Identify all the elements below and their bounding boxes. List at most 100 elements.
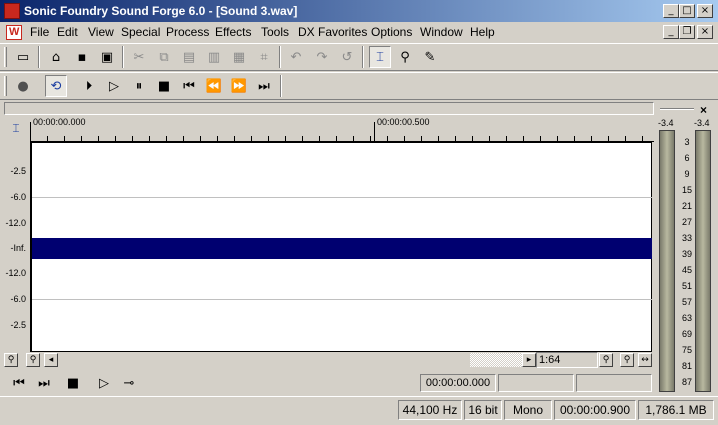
redo-icon[interactable]: ↷ [311, 46, 333, 68]
menu-process[interactable]: Process [166, 25, 209, 39]
scroll-left-button[interactable]: ◂ [44, 353, 58, 367]
meter-scale-label: 9 [684, 169, 690, 179]
stop-icon[interactable]: ■ [153, 75, 175, 97]
mdi-restore-button[interactable]: ❐ [679, 25, 695, 39]
crop-icon[interactable]: ⌗ [253, 46, 275, 68]
meter-scale-label: 39 [681, 249, 692, 259]
menu-special[interactable]: Special [121, 25, 160, 39]
time-ruler-ticks [30, 127, 654, 142]
zoom-in-icon[interactable]: ⚲ [26, 353, 40, 367]
zoom-in-level-icon[interactable]: ⚲ [620, 353, 634, 367]
time-ruler[interactable]: 00:00:00.000 00:00:00.500 [30, 116, 654, 142]
open-folder-icon[interactable]: ⌂ [45, 46, 67, 68]
toolbar-separator [279, 46, 281, 68]
meter-scale-label: 51 [681, 281, 692, 291]
menu-options[interactable]: Options [371, 25, 412, 39]
panel-grip[interactable] [660, 108, 694, 110]
title-bar[interactable]: Sonic Foundry Sound Forge 6.0 - [Sound 3… [0, 0, 718, 22]
magnify-tool-icon[interactable]: ⚲ [394, 46, 416, 68]
rewind-icon[interactable]: ⏪ [203, 75, 225, 97]
sample-rate-status: 44,100 Hz [398, 400, 462, 420]
zoom-ratio: 1:64 [536, 352, 598, 368]
meter-scale-label: 27 [681, 217, 692, 227]
sound-forge-app-icon[interactable] [4, 3, 20, 19]
pencil-tool-icon[interactable]: ✎ [419, 46, 441, 68]
time-ruler-tick [374, 122, 375, 142]
go-to-end-icon[interactable]: ⏭ [253, 75, 275, 97]
overview-bar[interactable] [4, 102, 654, 115]
menu-dx-favorites[interactable]: DX Favorites [298, 25, 367, 39]
go-to-start-icon[interactable]: ⏮ [178, 75, 200, 97]
play-icon[interactable]: ▷ [103, 75, 125, 97]
paste-icon[interactable]: ▤ [178, 46, 200, 68]
menu-tools[interactable]: Tools [261, 25, 289, 39]
mdi-close-button[interactable]: × [697, 25, 713, 39]
toolbar-grip[interactable] [4, 76, 7, 96]
save-icon[interactable]: ▪ [71, 46, 93, 68]
horizontal-scrollbar-track[interactable] [58, 353, 470, 367]
meter-scale-label: 15 [681, 185, 692, 195]
menu-effects[interactable]: Effects [215, 25, 251, 39]
db-scale-label: -6.0 [10, 294, 26, 304]
menu-bar: File Edit View Special Process Effects T… [0, 22, 718, 42]
peak-right-label: -3.4 [694, 118, 710, 128]
go-to-end-icon[interactable]: ⏭ [33, 372, 55, 394]
db-scale-label: -2.5 [10, 166, 26, 176]
undo-icon[interactable]: ↶ [285, 46, 307, 68]
pause-icon[interactable]: ⏸ [128, 75, 150, 97]
play-icon[interactable]: ▷ [93, 372, 115, 394]
loop-playback-icon[interactable]: ⟲ [45, 75, 67, 97]
db-scale-label: -12.0 [5, 218, 26, 228]
close-button[interactable]: × [697, 4, 713, 18]
standard-toolbar: ▭ ⌂ ▪ ▣ ✂ ⧉ ▤ ▥ ▦ ⌗ ↶ ↷ ↺ ⌶ ⚲ ✎ [0, 43, 718, 71]
record-icon[interactable]: ● [12, 75, 34, 97]
peak-left-label: -3.4 [658, 118, 674, 128]
scroll-right-button[interactable]: ▸ [522, 353, 536, 367]
waveform-display[interactable] [30, 142, 652, 352]
meter-scale-label: 21 [681, 201, 692, 211]
meter-scale-label: 33 [681, 233, 692, 243]
play-plugin-chain-icon[interactable]: ⊸ [118, 372, 140, 394]
meter-scale-label: 6 [684, 153, 690, 163]
mdi-minimize-button[interactable]: _ [663, 25, 679, 39]
new-file-icon[interactable]: ▭ [12, 46, 34, 68]
menu-edit[interactable]: Edit [57, 25, 78, 39]
menu-file[interactable]: File [30, 25, 49, 39]
mix-icon[interactable]: ▦ [228, 46, 250, 68]
copy-icon[interactable]: ⧉ [153, 46, 175, 68]
minimize-button[interactable]: _ [663, 4, 679, 18]
save-as-icon[interactable]: ▣ [96, 46, 118, 68]
go-to-start-icon[interactable]: ⏮ [8, 372, 30, 394]
toolbar-separator [122, 46, 124, 68]
db-scale-label: -2.5 [10, 320, 26, 330]
zoom-out-level-icon[interactable]: ⚲ [599, 353, 613, 367]
forward-icon[interactable]: ⏩ [228, 75, 250, 97]
zoom-resize-icon[interactable]: ↔ [638, 353, 652, 367]
meter-scale-label: 63 [681, 313, 692, 323]
menu-help[interactable]: Help [470, 25, 495, 39]
toolbar-grip[interactable] [4, 47, 7, 67]
menu-window[interactable]: Window [420, 25, 463, 39]
selection-start-display [498, 374, 574, 392]
stop-icon[interactable]: ■ [62, 372, 84, 394]
time-ruler-label: 00:00:00.000 [33, 117, 86, 127]
play-all-icon[interactable]: ⏵ [78, 75, 100, 97]
meter-scale-label: 75 [681, 345, 692, 355]
position-display: 00:00:00.000 [420, 374, 496, 392]
channels-status: Mono [504, 400, 552, 420]
maximize-button[interactable]: □ [679, 4, 695, 18]
document-icon[interactable] [6, 25, 22, 40]
time-ruler-tick [30, 122, 31, 142]
cut-icon[interactable]: ✂ [128, 46, 150, 68]
paste-special-icon[interactable]: ▥ [203, 46, 225, 68]
horizontal-scrollbar-thumb-area[interactable] [470, 353, 522, 367]
repeat-icon[interactable]: ↺ [336, 46, 358, 68]
meter-scale-label: 45 [681, 265, 692, 275]
meter-scale-label: 87 [681, 377, 692, 387]
meter-scale-label: 81 [681, 361, 692, 371]
zoom-out-icon[interactable]: ⚲ [4, 353, 18, 367]
menu-view[interactable]: View [88, 25, 114, 39]
close-icon[interactable]: × [700, 103, 707, 117]
edit-tool-icon[interactable]: ⌶ [369, 46, 391, 68]
edit-tool-icon[interactable]: ⌶ [6, 118, 26, 138]
